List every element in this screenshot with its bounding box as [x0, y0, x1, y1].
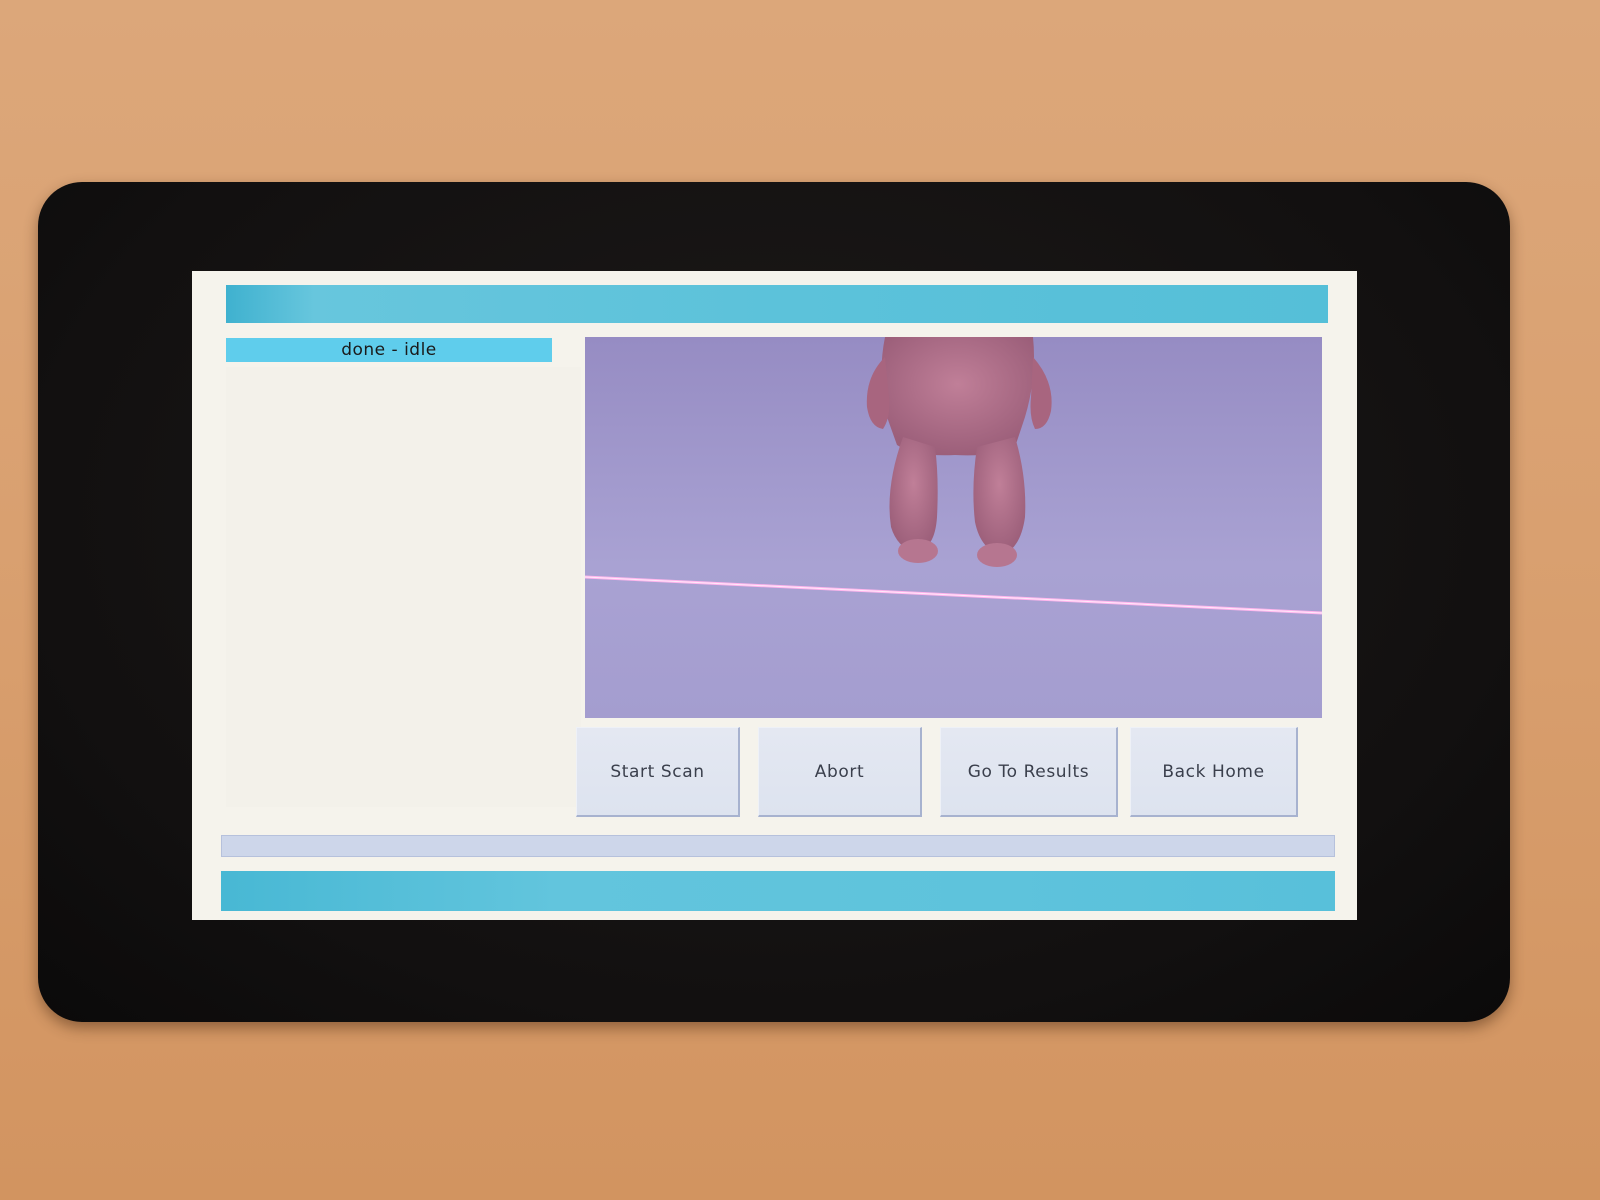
info-panel [226, 367, 581, 807]
go-to-results-button[interactable]: Go To Results [940, 727, 1118, 817]
footer-bar [221, 871, 1335, 911]
scan-progress-bar [221, 835, 1335, 857]
abort-button[interactable]: Abort [758, 727, 922, 817]
header-bar [226, 285, 1328, 323]
app-screen: done - idle Start Scan Abort Go To Resul… [192, 271, 1357, 920]
start-scan-button[interactable]: Start Scan [576, 727, 740, 817]
back-home-button[interactable]: Back Home [1130, 727, 1298, 817]
camera-image [585, 337, 1322, 718]
camera-preview [585, 337, 1322, 718]
status-label: done - idle [226, 338, 552, 362]
